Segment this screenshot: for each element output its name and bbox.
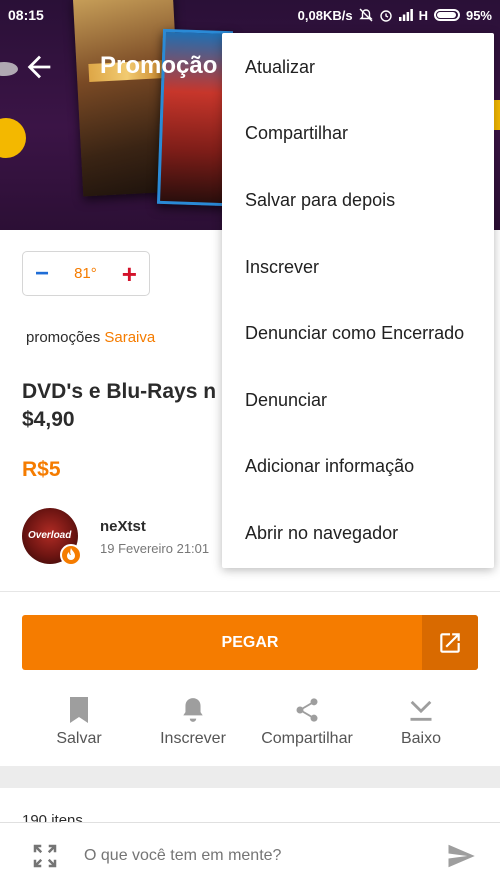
get-deal-button[interactable]: PEGAR [22, 615, 478, 670]
vote-down-action-button[interactable]: Baixo [364, 694, 478, 754]
mute-icon [358, 8, 373, 22]
open-external-button[interactable] [422, 615, 478, 670]
subscribe-label: Inscrever [160, 730, 226, 747]
menu-item-report[interactable]: Denunciar [222, 367, 494, 434]
banner-decoration [0, 118, 26, 158]
vote-down-label: Baixo [400, 730, 442, 747]
network-type: H [418, 7, 428, 23]
posted-time: 19 Fevereiro 21:01 [100, 541, 210, 556]
menu-item-add-info[interactable]: Adicionar informação [222, 434, 494, 501]
overflow-menu: Atualizar Compartilhar Salvar para depoi… [222, 33, 494, 568]
menu-item-share[interactable]: Compartilhar [222, 101, 494, 168]
battery-level: 95% [465, 7, 492, 23]
status-bar: 08:15 0,08KB/s H 95% [0, 0, 500, 30]
deal-price: R$5 [22, 458, 61, 481]
vote-control: − 81° + [22, 251, 150, 296]
get-deal-label: PEGAR [221, 633, 279, 651]
action-bar: Salvar Inscrever Compartilhar Baixo [22, 694, 478, 754]
divider [0, 591, 500, 592]
section-separator [0, 766, 500, 788]
status-time: 08:15 [8, 7, 44, 23]
share-button[interactable]: Compartilhar [250, 694, 364, 754]
back-button[interactable] [22, 50, 56, 84]
vote-temperature: 81° [74, 265, 97, 282]
share-label: Compartilhar [261, 730, 353, 747]
save-button[interactable]: Salvar [22, 694, 136, 754]
subscribe-button[interactable]: Inscrever [136, 694, 250, 754]
send-icon[interactable] [444, 841, 478, 871]
menu-item-open-in-browser[interactable]: Abrir no navegador [222, 500, 494, 567]
author-name[interactable]: neXtst [100, 518, 146, 535]
signal-icon [398, 9, 413, 21]
alarm-icon [379, 10, 392, 22]
store-line: promoções Saraiva [26, 329, 155, 346]
avatar-text: Overload [28, 530, 72, 541]
flame-badge-icon [60, 544, 82, 566]
banner-decoration [0, 62, 18, 76]
vote-down-icon [410, 700, 432, 721]
store-prefix: promoções [26, 329, 101, 346]
bookmark-icon [70, 697, 88, 723]
comment-composer [0, 822, 500, 889]
menu-item-save-for-later[interactable]: Salvar para depois [222, 167, 494, 234]
expand-icon[interactable] [30, 841, 60, 871]
avatar[interactable]: Overload [22, 508, 82, 566]
save-label: Salvar [56, 730, 102, 747]
arrow-left-icon [27, 55, 51, 79]
menu-item-report-expired[interactable]: Denunciar como Encerrado [222, 300, 494, 367]
vote-down-button[interactable]: − [35, 261, 49, 286]
battery-icon [433, 9, 460, 21]
menu-item-refresh[interactable]: Atualizar [222, 34, 494, 101]
vote-up-button[interactable]: + [122, 261, 137, 287]
share-icon [296, 698, 318, 722]
comment-input[interactable] [84, 847, 444, 865]
bell-icon [183, 698, 203, 722]
network-speed: 0,08KB/s [297, 7, 353, 23]
store-link[interactable]: Saraiva [104, 329, 155, 346]
open-external-icon [440, 632, 460, 653]
page-title: Promoção [100, 52, 218, 79]
menu-item-subscribe[interactable]: Inscrever [222, 234, 494, 301]
